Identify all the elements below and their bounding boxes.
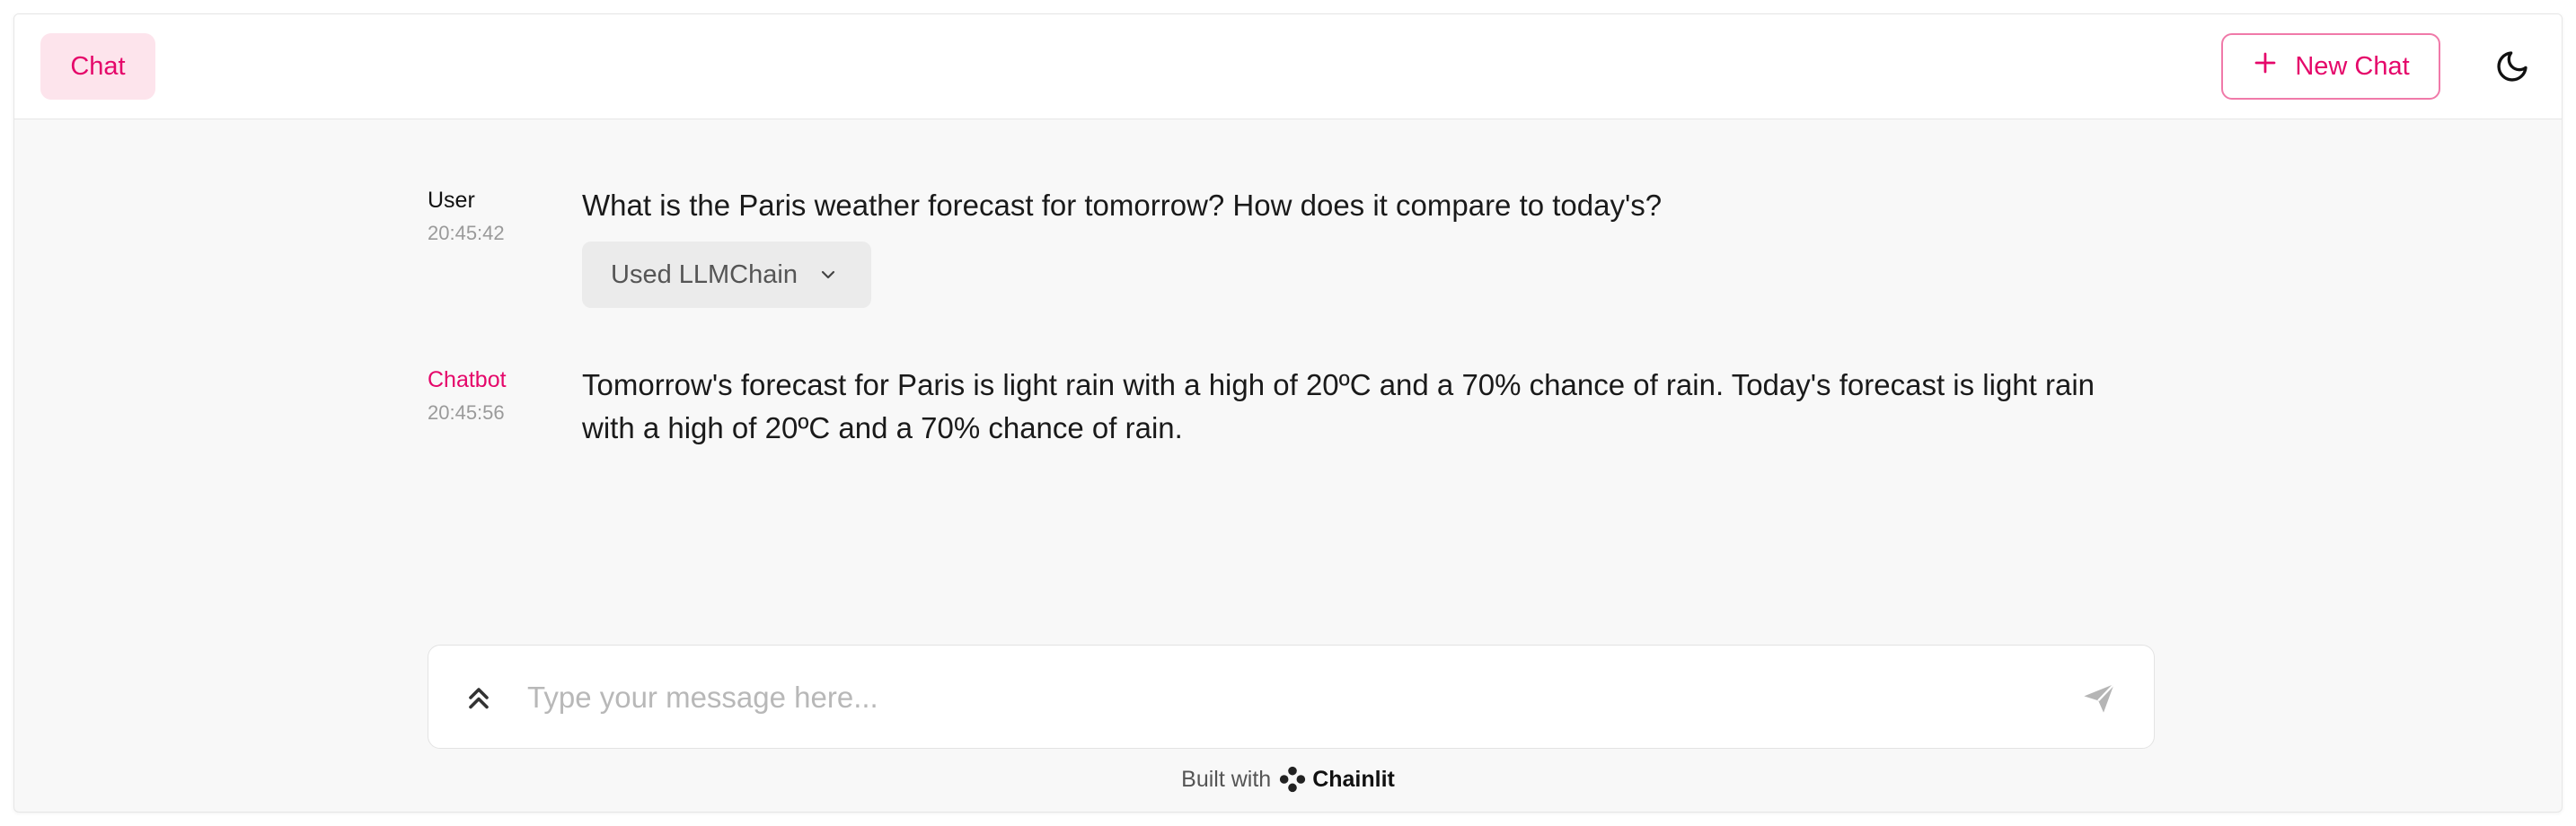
- tab-chat[interactable]: Chat: [40, 33, 155, 100]
- built-with-text: Built with: [1181, 766, 1272, 792]
- message-content: What is the Paris weather forecast for t…: [582, 189, 1663, 222]
- plus-icon: [2252, 49, 2279, 83]
- send-icon[interactable]: [2081, 680, 2117, 716]
- message-time: 20:45:42: [428, 222, 505, 244]
- chainlit-logo-icon: [1280, 766, 1306, 793]
- message-time: 20:45:56: [428, 401, 505, 424]
- step-label: Used LLMChain: [611, 259, 798, 289]
- header-bar: Chat New Chat: [14, 14, 2562, 119]
- message-user: User 20:45:42 What is the Paris weather …: [428, 188, 2179, 313]
- message-input[interactable]: [527, 671, 2018, 725]
- chevrons-up-icon[interactable]: [463, 681, 495, 714]
- app-window: Chat New Chat User 20:45:42 What is the …: [13, 13, 2563, 813]
- message-composer: [428, 645, 2155, 749]
- chainlit-brand-link[interactable]: Chainlit: [1278, 765, 1395, 794]
- brand-name: Chainlit: [1312, 766, 1395, 792]
- tab-chat-label: Chat: [70, 51, 126, 81]
- footer: Built with Chainlit: [14, 765, 2562, 794]
- used-llmchain-step-button[interactable]: Used LLMChain: [582, 242, 871, 308]
- message-author: Chatbot: [428, 367, 507, 392]
- new-chat-button[interactable]: New Chat: [2221, 33, 2440, 100]
- new-chat-label: New Chat: [2295, 51, 2410, 81]
- theme-toggle-button[interactable]: [2487, 41, 2537, 92]
- message-author: User: [428, 188, 475, 213]
- message-chatbot: Chatbot 20:45:56 Tomorrow's forecast for…: [428, 367, 2179, 466]
- chevron-down-icon: [821, 270, 835, 279]
- message-content: Tomorrow's forecast for Paris is light r…: [582, 368, 2095, 444]
- moon-icon: [2497, 51, 2527, 82]
